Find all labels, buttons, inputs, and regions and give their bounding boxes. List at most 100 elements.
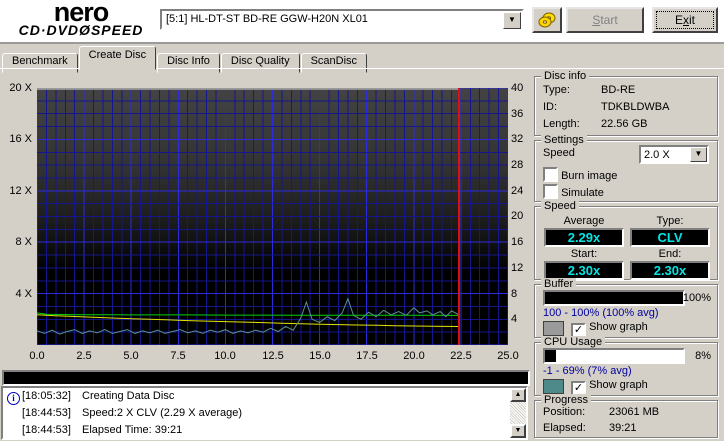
buffer-bar-fill [545, 292, 683, 304]
disc-length-value: 22.56 GB [601, 118, 648, 130]
y-axis-right-label: 8 [511, 288, 518, 300]
info-icon: i [7, 392, 20, 405]
disc-icon [538, 12, 556, 28]
burn-image-option[interactable]: Burn image [543, 167, 617, 182]
speed-group: Speed Average Type: 2.29x CLV Start: End… [534, 200, 718, 280]
cpu-range: -1 - 69% (7% avg) [543, 365, 632, 377]
buffer-color-swatch [543, 321, 564, 336]
start-button[interactable]: Start [566, 7, 644, 33]
y-axis-left-label: 16 X [9, 133, 32, 145]
nero-logo: nero CD·DVDØSPEED [2, 0, 160, 38]
simulate-label: Simulate [561, 187, 604, 199]
speed-title: Speed [541, 200, 579, 212]
nero-cd-dvd-speed-window: { "app": { "logo_line1": "nero", "logo_l… [0, 0, 724, 441]
tab-bar: Benchmark Create Disc Disc Info Disc Qualit… [2, 46, 368, 73]
x-axis-label: 12.5 [262, 350, 284, 362]
scrollbar-track[interactable] [510, 402, 526, 424]
burn-image-label: Burn image [561, 170, 618, 182]
y-axis-right-label: 32 [511, 133, 524, 145]
exit-button[interactable]: Exit [652, 7, 718, 33]
log-line: i [18:05:32] Creating Data Disc [3, 388, 526, 405]
y-axis-left-label: 12 X [9, 185, 32, 197]
log-line: [18:44:53] Speed:2 X CLV (2.29 X average) [22, 407, 243, 419]
y-axis-right-label: 28 [511, 159, 524, 171]
speed-select-dropdown[interactable]: 2.0 X ▼ [639, 145, 709, 164]
buffer-bar [543, 290, 685, 306]
disc-length-label: Length: [543, 118, 580, 130]
scroll-down-icon[interactable]: ▼ [510, 424, 526, 438]
settings-group: Settings Speed 2.0 X ▼ Burn image Simula… [534, 134, 718, 202]
tab-create-disc[interactable]: Create Disc [78, 46, 157, 70]
y-axis-right-label: 16 [511, 236, 524, 248]
burn-image-checkbox[interactable] [543, 167, 558, 182]
settings-title: Settings [541, 134, 587, 146]
y-axis-left-label: 8 X [15, 236, 32, 248]
y-axis-right-label: 12 [511, 262, 524, 274]
cpu-color-swatch [543, 379, 564, 394]
eject-disc-button[interactable] [532, 7, 562, 33]
logo-cdvdspeed-text: CD·DVDØSPEED [18, 22, 144, 38]
buffer-range: 100 - 100% (100% avg) [543, 307, 659, 319]
speed-average-value: 2.29x [544, 228, 624, 247]
logo-nero-text: nero [53, 0, 110, 27]
declining-speed-yellow-line [37, 314, 460, 327]
buffer-group: Buffer 100% 100 - 100% (100% avg) ✓ Show… [534, 278, 718, 338]
x-axis-label: 0.0 [29, 350, 45, 362]
drive-select-dropdown[interactable]: [5:1] HL-DT-ST BD-RE GGW-H20N XL01 ▼ [160, 9, 524, 30]
disc-type-value: BD-RE [601, 84, 636, 96]
disc-type-label: Type: [543, 84, 570, 96]
speed-end-label: End: [658, 248, 682, 260]
event-log[interactable]: i [18:05:32] Creating Data Disc [18:44:53]… [1, 386, 528, 440]
position-label: Position: [543, 406, 586, 418]
speed-type-label: Type: [656, 215, 684, 227]
buffer-percent: 100% [682, 292, 711, 304]
speed-type-value: CLV [630, 228, 710, 247]
x-axis-label: 25.0 [497, 350, 519, 362]
elapsed-value: 39:21 [609, 422, 637, 434]
disc-info-title: Disc info [541, 70, 590, 82]
y-axis-left-label: 4 X [15, 288, 32, 300]
cpu-usage-teal-line [37, 297, 460, 335]
x-axis-label: 5.0 [123, 350, 139, 362]
y-axis-right-label: 36 [511, 108, 524, 120]
speed-setting-label: Speed [543, 147, 575, 159]
progress-title: Progress [541, 394, 592, 406]
x-axis-label: 17.5 [356, 350, 378, 362]
drive-select-arrow-icon[interactable]: ▼ [503, 12, 521, 29]
buffer-show-graph-label: Show graph [589, 321, 648, 333]
plot-area [37, 88, 508, 345]
y-axis-left-label: 20 X [9, 82, 32, 94]
speed-select-value: 2.0 X [644, 149, 670, 161]
y-axis-right-label: 20 [511, 210, 524, 222]
x-axis-label: 22.5 [450, 350, 472, 362]
y-axis-right-label: 4 [511, 313, 518, 325]
x-axis-label: 15.0 [309, 350, 331, 362]
x-axis-label: 2.5 [76, 350, 92, 362]
disc-info-group: Disc info Type: BD-RE ID: TDKBLDWBA Length… [534, 70, 718, 136]
speed-select-arrow-icon[interactable]: ▼ [690, 147, 707, 162]
disc-glyph-icon: Ø [79, 22, 91, 38]
drive-select-value: [5:1] HL-DT-ST BD-RE GGW-H20N XL01 [166, 13, 368, 25]
buffer-title: Buffer [541, 278, 577, 290]
disc-id-label: ID: [543, 101, 558, 113]
toolbar: nero CD·DVDØSPEED [5:1] HL-DT-ST BD-RE G… [0, 0, 724, 44]
cpu-show-graph-label: Show graph [589, 379, 648, 391]
cpu-usage-group: CPU Usage 8% -1 - 69% (7% avg) ✓ Show gr… [534, 336, 718, 396]
burn-progress-bar [2, 370, 530, 386]
scroll-up-icon[interactable]: ▲ [510, 388, 526, 402]
simulate-option[interactable]: Simulate [543, 184, 604, 199]
cpu-usage-title: CPU Usage [541, 336, 606, 348]
log-line: [18:44:53] Elapsed Time: 39:21 [22, 424, 183, 436]
write-speed-chart: 20 X 16 X 12 X 8 X 4 X 40 36 32 28 24 20… [0, 69, 530, 369]
y-axis-right-label: 40 [511, 82, 524, 94]
burn-progress-fill [4, 372, 528, 384]
speed-average-label: Average [563, 215, 605, 227]
speed-start-label: Start: [570, 248, 598, 260]
log-scrollbar[interactable]: ▲ ▼ [510, 388, 526, 438]
x-axis-label: 7.5 [170, 350, 186, 362]
cpu-bar [543, 348, 685, 364]
speed-end-value: 2.30x [630, 261, 710, 280]
disc-id-value: TDKBLDWBA [601, 101, 670, 113]
y-axis-right-label: 24 [511, 185, 524, 197]
simulate-checkbox[interactable] [543, 184, 558, 199]
